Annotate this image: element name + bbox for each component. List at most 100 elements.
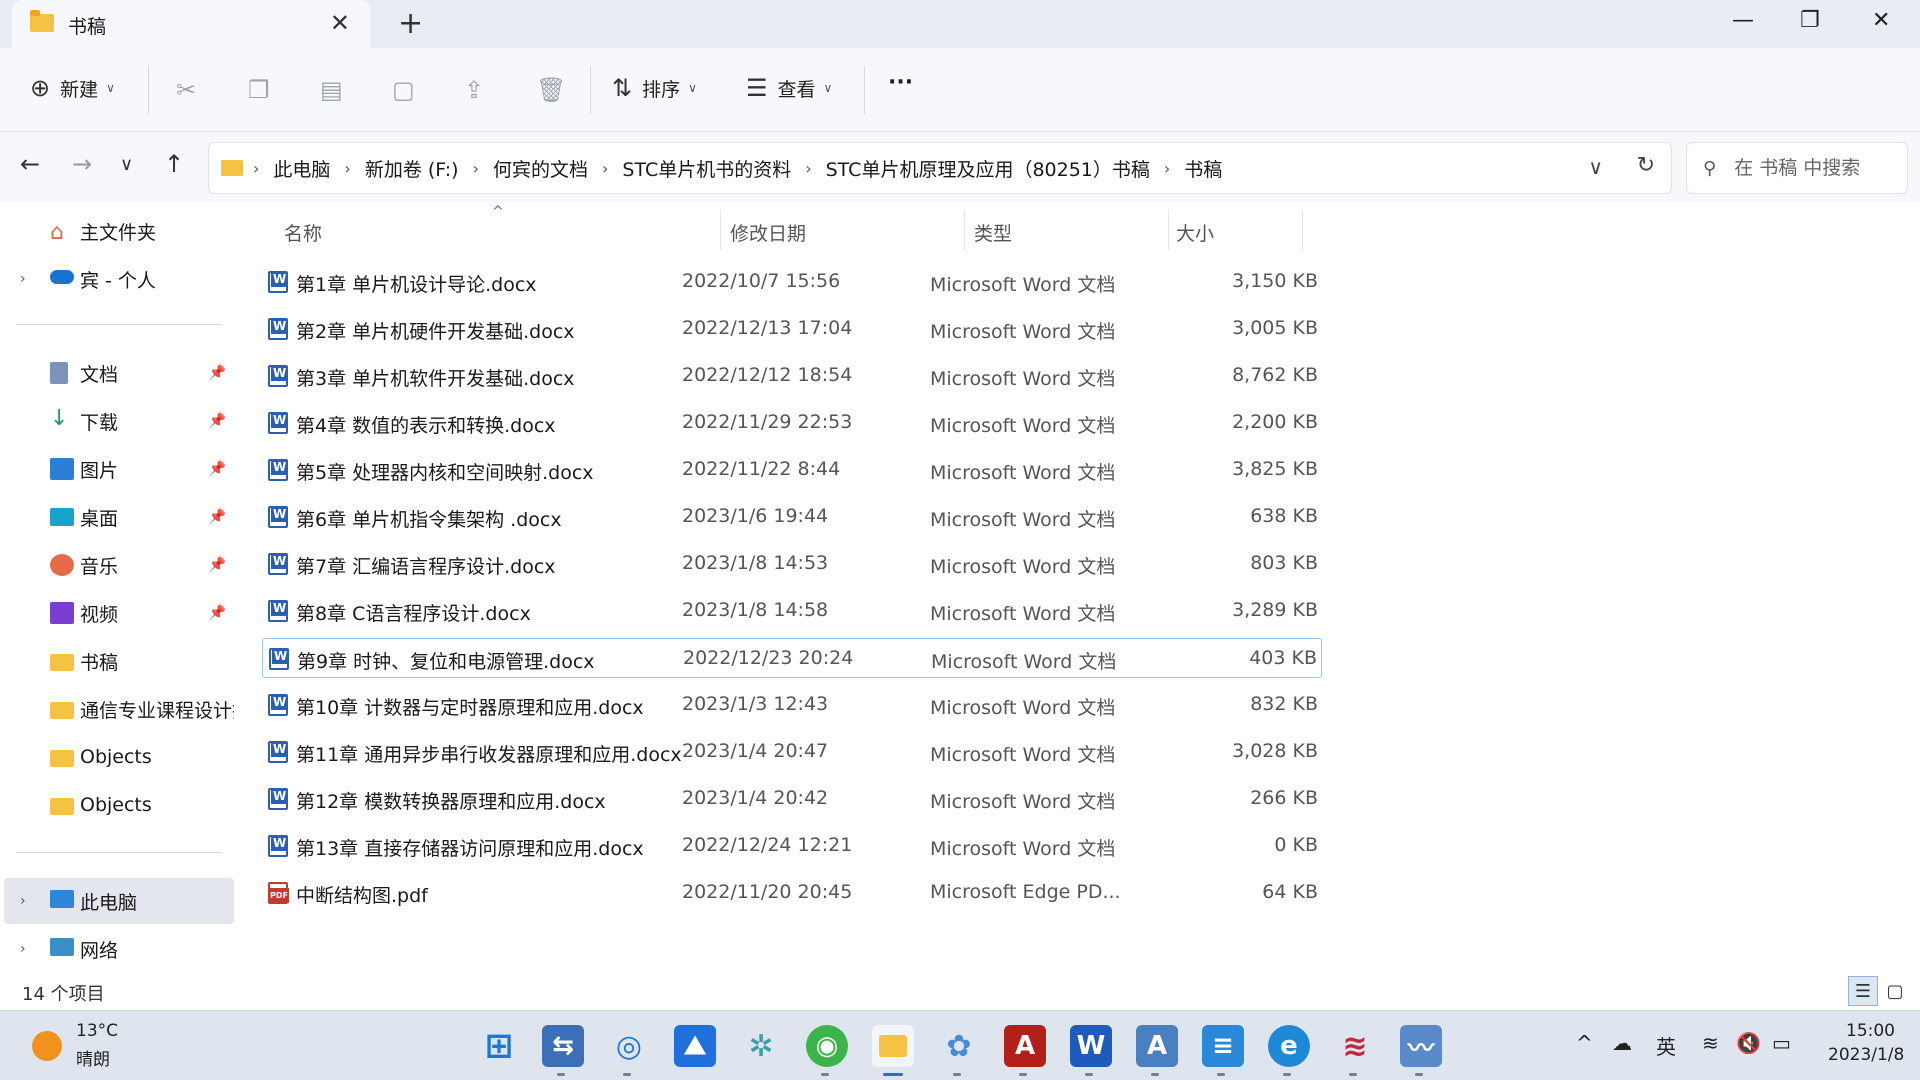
column-divider[interactable] — [964, 210, 965, 250]
pin-icon[interactable]: 📌 — [209, 365, 226, 381]
file-name[interactable]: 中断结构图.pdf — [296, 881, 428, 908]
column-header-name[interactable]: 名称 — [284, 214, 322, 250]
sidebar-item-pictures[interactable]: 图片 📌 — [4, 446, 234, 492]
photos-icon[interactable]: ⛰ — [674, 1025, 716, 1067]
tiles-view-button[interactable]: ▢ — [1880, 976, 1910, 1006]
chevron-right-icon[interactable]: › — [20, 271, 26, 287]
file-name[interactable]: 第13章 直接存储器访问原理和应用.docx — [296, 834, 644, 861]
share-icon[interactable]: ⇪ — [464, 76, 484, 104]
sidebar-item-home[interactable]: ⌂ 主文件夹 — [4, 208, 234, 254]
sidebar-item-music[interactable]: 音乐 📌 — [4, 542, 234, 588]
breadcrumb-thispc[interactable]: 此电脑 — [273, 155, 330, 182]
weather-description[interactable]: 晴朗 — [76, 1045, 110, 1070]
wifi-icon[interactable]: ≋ — [1702, 1031, 1719, 1055]
column-header-type[interactable]: 类型 — [974, 214, 1012, 250]
table-row[interactable]: 第8章 C语言程序设计.docx 2023/1/8 14:58 Microsoft … — [262, 591, 1322, 631]
breadcrumb-book[interactable]: STC单片机原理及应用（80251）书稿 — [826, 155, 1150, 182]
sort-button[interactable]: ⇅ 排序 ∨ — [612, 74, 697, 102]
refresh-icon[interactable]: ↻ — [1637, 153, 1655, 178]
copy-icon[interactable]: ❐ — [248, 76, 270, 104]
table-row[interactable]: 第13章 直接存储器访问原理和应用.docx 2022/12/24 12:21 Mi… — [262, 826, 1322, 866]
sidebar-item-documents[interactable]: 文档 📌 — [4, 350, 234, 396]
column-header-size[interactable]: 大小 — [1176, 214, 1214, 250]
table-row[interactable]: 中断结构图.pdf 2022/11/20 20:45 Microsoft Edge … — [262, 873, 1322, 913]
file-name[interactable]: 第2章 单片机硬件开发基础.docx — [296, 317, 575, 344]
file-explorer-icon[interactable] — [872, 1025, 914, 1067]
search-input[interactable] — [1734, 157, 1885, 179]
file-name[interactable]: 第8章 C语言程序设计.docx — [296, 599, 531, 626]
table-row[interactable]: 第2章 单片机硬件开发基础.docx 2022/12/13 17:04 Micros… — [262, 309, 1322, 349]
paste-icon[interactable]: ▤ — [320, 76, 343, 104]
recent-locations-button[interactable]: ∨ — [120, 154, 133, 175]
up-button[interactable]: ↑ — [164, 150, 184, 178]
file-name[interactable]: 第1章 单片机设计导论.docx — [296, 270, 537, 297]
clock-date[interactable]: 2023/1/8 — [1828, 1045, 1904, 1065]
stc-isp-icon[interactable]: ≋ — [1334, 1025, 1376, 1067]
notepad-icon[interactable]: A — [1136, 1025, 1178, 1067]
table-row[interactable]: 第1章 单片机设计导论.docx 2022/10/7 15:56 Microsoft… — [262, 262, 1322, 302]
file-name[interactable]: 第4章 数值的表示和转换.docx — [296, 411, 556, 438]
column-divider[interactable] — [1168, 210, 1169, 250]
sidebar-item-thispc[interactable]: › 此电脑 — [4, 878, 234, 924]
sidebar-item-tongxin[interactable]: 通信专业课程设计指导 — [4, 686, 234, 732]
table-row[interactable]: 第9章 时钟、复位和电源管理.docx 2022/12/23 20:24 Micro… — [262, 638, 1322, 678]
copilot-icon[interactable]: ✲ — [740, 1025, 782, 1067]
breadcrumb-chevron-icon[interactable]: › — [473, 159, 479, 178]
file-name[interactable]: 第12章 模数转换器原理和应用.docx — [296, 787, 606, 814]
table-row[interactable]: 第10章 计数器与定时器原理和应用.docx 2023/1/3 12:43 Micr… — [262, 685, 1322, 725]
sidebar-item-objects-2[interactable]: Objects — [4, 782, 234, 828]
breadcrumb-chevron-icon[interactable]: › — [602, 159, 608, 178]
breadcrumb-docs[interactable]: 何宾的文档 — [493, 155, 588, 182]
sidebar-item-objects-1[interactable]: Objects — [4, 734, 234, 780]
breadcrumb-chevron-icon[interactable]: › — [805, 159, 811, 178]
search-box[interactable]: ⚲ — [1686, 142, 1908, 194]
pin-icon[interactable]: 📌 — [209, 605, 226, 621]
address-history-chevron-icon[interactable]: ∨ — [1588, 155, 1603, 179]
rename-icon[interactable]: ▢ — [392, 76, 415, 104]
file-name[interactable]: 第9章 时钟、复位和电源管理.docx — [297, 647, 595, 674]
file-name[interactable]: 第10章 计数器与定时器原理和应用.docx — [296, 693, 644, 720]
battery-icon[interactable]: ▭ — [1772, 1031, 1791, 1055]
table-row[interactable]: 第5章 处理器内核和空间映射.docx 2022/11/22 8:44 Micros… — [262, 450, 1322, 490]
column-divider[interactable] — [1302, 210, 1303, 250]
pin-icon[interactable]: 📌 — [209, 509, 226, 525]
input-method-indicator[interactable]: 英 — [1656, 1031, 1676, 1060]
pin-icon[interactable]: 📌 — [209, 557, 226, 573]
breadcrumb-chevron-icon[interactable]: › — [253, 159, 259, 178]
breadcrumb-chevron-icon[interactable]: › — [344, 159, 350, 178]
breadcrumb-current[interactable]: 书稿 — [1184, 155, 1222, 182]
file-name[interactable]: 第5章 处理器内核和空间映射.docx — [296, 458, 594, 485]
sidebar-item-onedrive[interactable]: › 宾 - 个人 — [4, 256, 234, 302]
weather-sun-icon[interactable] — [32, 1031, 62, 1061]
new-button[interactable]: ⊕ 新建 ∨ — [30, 74, 115, 102]
clock-time[interactable]: 15:00 — [1846, 1021, 1895, 1041]
pin-icon[interactable]: 📌 — [209, 461, 226, 477]
table-row[interactable]: 第12章 模数转换器原理和应用.docx 2023/1/4 20:42 Micros… — [262, 779, 1322, 819]
pin-icon[interactable]: 📌 — [209, 413, 226, 429]
table-row[interactable]: 第3章 单片机软件开发基础.docx 2022/12/12 18:54 Micros… — [262, 356, 1322, 396]
details-view-button[interactable]: ☰ — [1848, 976, 1878, 1006]
view-button[interactable]: ☰ 查看 ∨ — [746, 74, 832, 102]
cut-icon[interactable]: ✂ — [176, 76, 196, 104]
sidebar-item-desktop[interactable]: 桌面 📌 — [4, 494, 234, 540]
close-tab-icon[interactable]: ✕ — [330, 9, 350, 37]
sidebar-item-videos[interactable]: 视频 📌 — [4, 590, 234, 636]
file-name[interactable]: 第3章 单片机软件开发基础.docx — [296, 364, 575, 391]
volume-muted-icon[interactable]: 🔇 — [1736, 1031, 1761, 1055]
table-row[interactable]: 第6章 单片机指令集架构 .docx 2023/1/6 19:44 Microsof… — [262, 497, 1322, 537]
acrobat-icon[interactable]: A — [1004, 1025, 1046, 1067]
minimize-button[interactable]: — — [1732, 8, 1754, 33]
file-name[interactable]: 第7章 汇编语言程序设计.docx — [296, 552, 556, 579]
table-row[interactable]: 第7章 汇编语言程序设计.docx 2023/1/8 14:53 Microsoft… — [262, 544, 1322, 584]
table-row[interactable]: 第11章 通用异步串行收发器原理和应用.docx2023/1/4 20:47 Mi… — [262, 732, 1322, 772]
notes-icon[interactable]: ≡ — [1202, 1025, 1244, 1067]
sidebar-item-shugao[interactable]: 书稿 — [4, 638, 234, 684]
tab-shugao[interactable]: 书稿 ✕ — [12, 0, 370, 48]
sidebar-item-network[interactable]: › 网络 — [4, 926, 234, 972]
edge-icon[interactable]: e — [1268, 1025, 1310, 1067]
breadcrumb-chevron-icon[interactable]: › — [1164, 159, 1170, 178]
show-hidden-icons-chevron-icon[interactable]: ^ — [1576, 1031, 1593, 1055]
wechat-icon[interactable]: ◉ — [806, 1025, 848, 1067]
table-row[interactable]: 第4章 数值的表示和转换.docx 2022/11/29 22:53 Microso… — [262, 403, 1322, 443]
breadcrumb-stc[interactable]: STC单片机书的资料 — [622, 155, 791, 182]
